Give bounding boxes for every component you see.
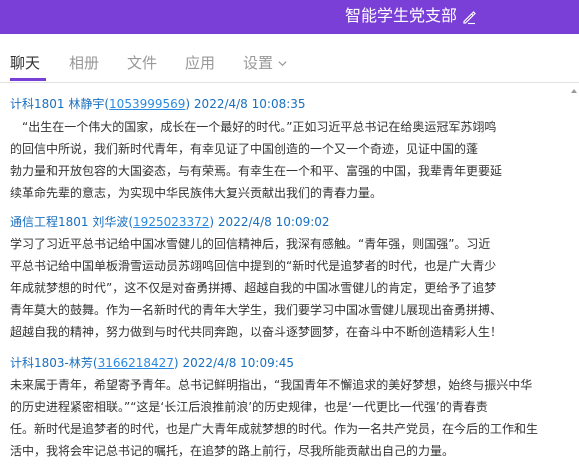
message-line: 续革命先辈的意志，为实现中华民族伟大复兴贡献出我们的青春力量。 bbox=[10, 186, 383, 200]
group-title: 智能学生党支部 bbox=[344, 6, 457, 25]
chevron-down-icon bbox=[278, 61, 287, 67]
message-line: 年成就梦想的时代”，这不仅是对奋勇拼搏、超越自我的中国冰雪健儿的肯定，更给予了追… bbox=[10, 281, 497, 295]
tab-files[interactable]: 文件 bbox=[127, 52, 157, 73]
message-body: 未来属于青年，希望寄予青年。总书记鲜明指出，“我国青年不懈追求的美好梦想，始终与… bbox=[10, 374, 562, 462]
message-line: “出生在一个伟大的国家，成长在一个最好的时代。”正如习近平总书记在给奥运冠军苏翊… bbox=[22, 120, 497, 134]
message-line: 未来属于青年，希望寄予青年。总书记鲜明指出，“我国青年不懈追求的美好梦想，始终与… bbox=[10, 378, 533, 392]
tab-chat[interactable]: 聊天 bbox=[10, 52, 40, 73]
sender-name[interactable]: 计科1801 林静宇 bbox=[10, 97, 104, 111]
clipped-previous-message bbox=[10, 83, 562, 91]
message-line: 青年莫大的鼓舞。作为一名新时代的青年大学生，我们要学习中国冰雪健儿展现出奋勇拼搏… bbox=[10, 303, 503, 317]
message-line: 勃力量和开放包容的大国姿态，与有荣焉。有幸生在一个和平、富强的中国，我辈青年更要… bbox=[10, 164, 503, 178]
message-line: 的回信中所说，我们新时代青年，有幸见证了中国创造的一个又一个奇迹，见证中国的蓬 bbox=[10, 142, 479, 156]
group-header: 智能学生党支部 bbox=[0, 0, 579, 34]
sender-name[interactable]: 计科1803-林芳 bbox=[10, 356, 93, 370]
message-header: 计科1803-林芳(3166218427) 2022/4/8 10:09:45 bbox=[10, 356, 295, 370]
sender-qq-link[interactable]: 1053999569 bbox=[109, 97, 185, 111]
scrollbar[interactable] bbox=[569, 83, 579, 465]
message-time: 2022/4/8 10:09:45 bbox=[182, 356, 295, 370]
message-time: 2022/4/8 10:08:35 bbox=[193, 97, 306, 111]
message-body: “出生在一个伟大的国家，成长在一个最好的时代。”正如习近平总书记在给奥运冠军苏翊… bbox=[10, 116, 562, 204]
message-line: 活中，我将会牢记总书记的嘱托，在追梦的路上前行，尽我所能贡献出自己的力量。 bbox=[10, 444, 455, 458]
scroll-up-arrow-icon[interactable] bbox=[570, 87, 578, 95]
tab-settings[interactable]: 设置 bbox=[243, 52, 288, 73]
tab-album[interactable]: 相册 bbox=[69, 52, 99, 73]
message-time: 2022/4/8 10:09:02 bbox=[217, 215, 330, 229]
message-line: 平总书记给中国单板滑雪运动员苏翊鸣回信中提到的“新时代是追梦者的时代，也是广大青… bbox=[10, 259, 497, 273]
active-tab-indicator bbox=[10, 78, 46, 81]
message-line: 超越自我的精神，努力做到与时代共同奔跑，以奋斗逐梦圆梦，在奋斗中不断创造精彩人生… bbox=[10, 325, 503, 339]
tab-settings-label: 设置 bbox=[243, 54, 274, 72]
chat-message-list: 计科1801 林静宇(1053999569) 2022/4/8 10:08:35… bbox=[0, 83, 579, 465]
message-header: 计科1801 林静宇(1053999569) 2022/4/8 10:08:35 bbox=[10, 97, 306, 111]
tab-apps[interactable]: 应用 bbox=[185, 52, 215, 73]
message-body: 学习了习近平总书记给中国冰雪健儿的回信精神后，我深有感触。“青年强，则国强”。习… bbox=[10, 233, 562, 343]
message-line: 学习了习近平总书记给中国冰雪健儿的回信精神后，我深有感触。“青年强，则国强”。习… bbox=[10, 237, 491, 251]
message-header: 通信工程1801 刘华波(1925023372) 2022/4/8 10:09:… bbox=[10, 215, 330, 229]
message-line: 任。新时代是追梦者的时代，也是广大青年成就梦想的时代。作为一名共产党员，在今后的… bbox=[10, 422, 539, 436]
sender-name[interactable]: 通信工程1801 刘华波 bbox=[10, 215, 128, 229]
message-line: 的历史进程紧密相联。”“这是‘长江后浪推前浪’的历史规律，也是‘一代更比一代强’… bbox=[10, 400, 488, 414]
sender-qq-link[interactable]: 3166218427 bbox=[98, 356, 174, 370]
edit-icon[interactable] bbox=[461, 9, 477, 25]
tab-bar: 聊天 相册 文件 应用 设置 bbox=[0, 34, 579, 83]
sender-qq-link[interactable]: 1925023372 bbox=[133, 215, 209, 229]
